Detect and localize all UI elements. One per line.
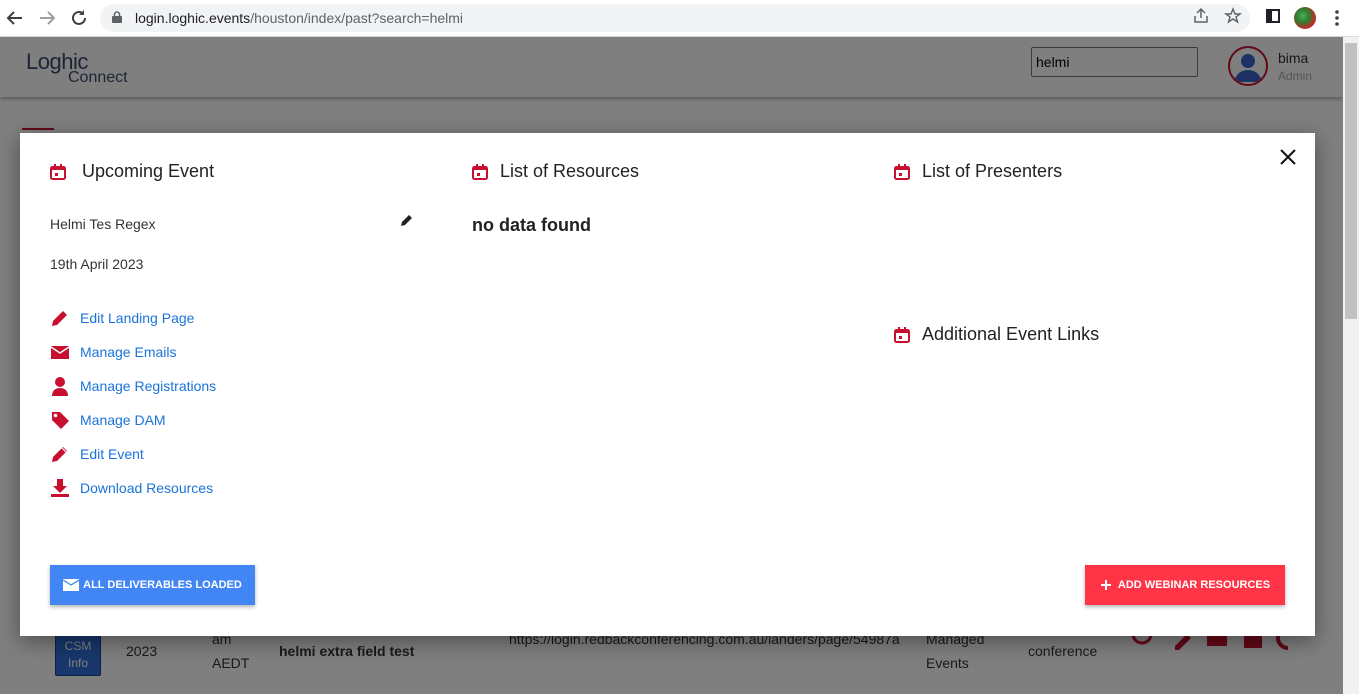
calendar-icon xyxy=(472,163,488,180)
address-bar[interactable]: login.loghic.events/houston/index/past?s… xyxy=(100,4,1250,32)
manage-registrations-link[interactable]: Manage Registrations xyxy=(50,375,216,397)
resources-title: List of Resources xyxy=(500,161,640,181)
all-deliverables-loaded-button[interactable]: ALL DELIVERABLES LOADED xyxy=(50,565,255,605)
manage-dam-label: Manage DAM xyxy=(80,412,166,428)
url-path: /houston/index/past?search=helmi xyxy=(250,10,464,26)
event-name: Helmi Tes Regex xyxy=(50,216,156,232)
no-data-message: no data found xyxy=(472,215,591,235)
pencil-icon xyxy=(52,447,67,462)
calendar-icon xyxy=(50,163,66,180)
page-scrollbar[interactable] xyxy=(1343,37,1359,694)
resources-heading: List of Resources xyxy=(472,161,639,182)
pencil-icon xyxy=(52,311,67,326)
scrollbar-thumb[interactable] xyxy=(1345,43,1357,319)
share-icon[interactable] xyxy=(1190,7,1212,29)
edit-landing-page-link[interactable]: Edit Landing Page xyxy=(50,307,194,329)
event-modal: Upcoming Event List of Resources List of… xyxy=(20,133,1315,636)
close-icon[interactable] xyxy=(1277,146,1299,168)
download-icon xyxy=(51,479,69,497)
edit-name-pencil-icon[interactable] xyxy=(400,213,414,227)
lock-icon xyxy=(112,11,122,23)
browser-toolbar: login.loghic.events/houston/index/past?s… xyxy=(0,0,1359,37)
calendar-icon xyxy=(894,326,910,343)
envelope-icon xyxy=(50,346,70,359)
edit-landing-page-label: Edit Landing Page xyxy=(80,310,195,326)
links-title: Additional Event Links xyxy=(922,324,1100,344)
presenters-title: List of Presenters xyxy=(922,161,1063,181)
download-resources-label: Download Resources xyxy=(80,480,214,496)
url-text: login.loghic.events/houston/index/past?s… xyxy=(135,10,463,26)
add-webinar-resources-label: ADD WEBINAR RESOURCES xyxy=(1117,579,1271,591)
edit-event-label: Edit Event xyxy=(80,446,144,462)
menu-dots-icon[interactable] xyxy=(1326,7,1348,29)
side-panel-icon[interactable] xyxy=(1262,7,1284,29)
plus-icon xyxy=(1100,580,1111,590)
manage-emails-label: Manage Emails xyxy=(80,344,177,360)
envelope-icon xyxy=(63,579,80,591)
upcoming-event-title: Upcoming Event xyxy=(82,161,215,181)
reload-icon[interactable] xyxy=(68,7,90,29)
event-date: 19th April 2023 xyxy=(50,256,144,272)
url-host: login.loghic.events xyxy=(135,10,251,26)
bookmark-star-icon[interactable] xyxy=(1222,7,1244,29)
calendar-icon xyxy=(894,163,910,180)
upcoming-event-heading: Upcoming Event xyxy=(50,161,214,182)
forward-icon[interactable] xyxy=(36,7,58,29)
links-heading: Additional Event Links xyxy=(894,324,1099,345)
profile-avatar-icon[interactable] xyxy=(1294,7,1316,29)
user-icon xyxy=(52,377,68,396)
manage-dam-link[interactable]: Manage DAM xyxy=(50,409,166,431)
add-webinar-resources-button[interactable]: ADD WEBINAR RESOURCES xyxy=(1085,565,1285,605)
manage-registrations-label: Manage Registrations xyxy=(80,378,217,394)
edit-event-link[interactable]: Edit Event xyxy=(50,443,144,465)
manage-emails-link[interactable]: Manage Emails xyxy=(50,341,177,363)
download-resources-link[interactable]: Download Resources xyxy=(50,477,213,499)
all-deliverables-label: ALL DELIVERABLES LOADED xyxy=(83,579,242,591)
presenters-heading: List of Presenters xyxy=(894,161,1062,182)
tag-icon xyxy=(51,412,69,429)
back-icon[interactable] xyxy=(4,7,26,29)
